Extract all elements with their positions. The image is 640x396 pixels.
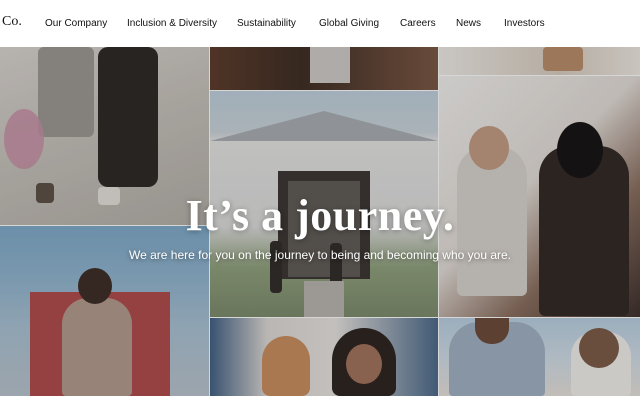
flower-bouquet — [4, 109, 44, 169]
nav-our-company[interactable]: Our Company — [45, 18, 107, 29]
child-left — [262, 336, 310, 396]
dark-hair — [557, 122, 603, 178]
hero-headline: It’s a journey. — [185, 191, 455, 240]
figure-legs — [310, 47, 350, 83]
figure-shorts — [38, 47, 94, 137]
woman-face — [469, 126, 509, 170]
nav-inclusion-diversity[interactable]: Inclusion & Diversity — [127, 18, 217, 29]
nav-careers[interactable]: Careers — [400, 18, 436, 29]
nav-news[interactable]: News — [456, 18, 481, 29]
figure-leggings — [98, 47, 158, 187]
woman-hair — [579, 328, 619, 368]
top-navigation: Co. Our Company Inclusion & Diversity Su… — [0, 0, 640, 47]
walkway — [304, 281, 344, 317]
child-face — [346, 344, 382, 384]
photo-beach-couple — [439, 318, 640, 396]
hero-subheading: We are here for you on the journey to be… — [128, 248, 512, 262]
photo-door-top — [210, 47, 438, 90]
nav-investors[interactable]: Investors — [504, 18, 545, 29]
logo[interactable]: Co. — [2, 14, 22, 30]
photo-top-right — [439, 47, 640, 75]
barn-roof — [210, 111, 438, 141]
person-tshirt — [62, 298, 132, 396]
photo-two-kids — [210, 318, 438, 396]
nav-global-giving[interactable]: Global Giving — [319, 18, 379, 29]
nav-sustainability[interactable]: Sustainability — [237, 18, 296, 29]
figure-legs-tan — [543, 47, 583, 71]
person-head — [78, 268, 112, 304]
